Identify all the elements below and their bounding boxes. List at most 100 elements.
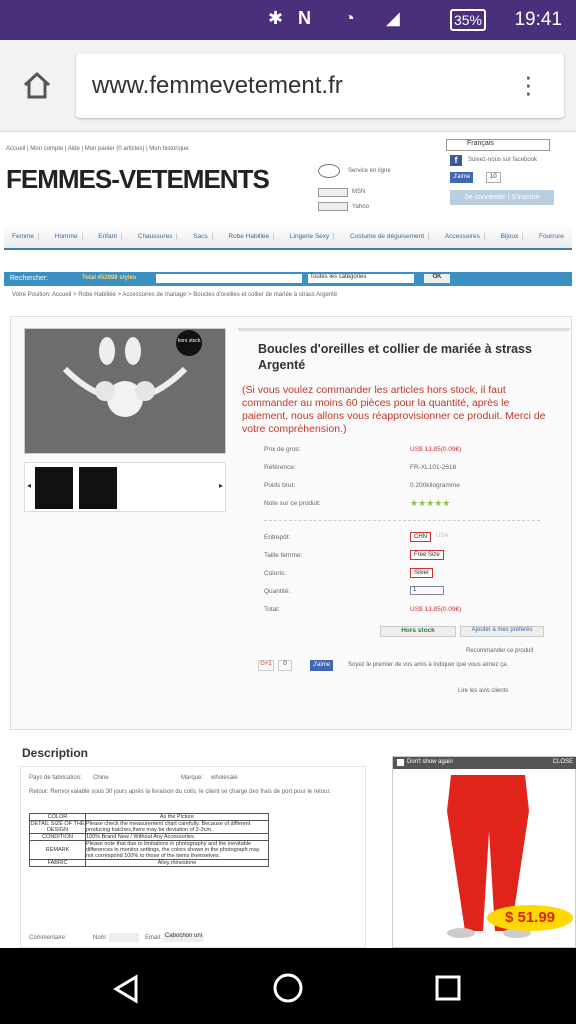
top-links[interactable]: Accueil | Mon compte | Aide | Mon panier…	[6, 146, 189, 152]
comment-label: Commentaire:	[29, 935, 67, 941]
table-cell: REMARK	[29, 840, 86, 860]
facebook-follow[interactable]: Suivez-nous sur facebook	[468, 157, 537, 163]
warehouse-usa[interactable]: USA	[436, 533, 448, 539]
table-cell: COLOR	[29, 813, 86, 821]
search-ok-button[interactable]: OK	[424, 274, 450, 283]
nav-chaussures[interactable]: Chaussures	[134, 232, 178, 240]
name-input[interactable]	[109, 933, 139, 942]
gplus-button[interactable]: G+1	[258, 660, 274, 671]
ad-popup[interactable]: Don't show again CLOSE $ 51.99	[392, 756, 576, 948]
nav-fourrure[interactable]: Fourrure	[535, 233, 568, 240]
return-policy: Retour: Renvoi valable sous 30 jours apr…	[29, 789, 331, 795]
search-input[interactable]	[156, 274, 302, 283]
ad-price: $ 51.99	[487, 905, 573, 931]
table-row: REMARK Please note that due to limitation…	[29, 840, 269, 860]
stock-notice: (Si vous voulez commander les articles h…	[242, 384, 546, 435]
price-label: Prix de gros:	[264, 446, 301, 453]
out-of-stock-badge: hors stock	[176, 330, 202, 356]
table-cell: As the Picture	[85, 813, 269, 821]
back-icon[interactable]	[112, 974, 142, 1004]
gplus-count: 0	[278, 660, 292, 671]
total-value: US$ 13.85(0.09€)	[410, 606, 462, 613]
fb-like-text: Soyez le premier de vos amis à indiquer …	[348, 662, 509, 668]
description-title: Description	[22, 746, 89, 760]
fb-like-button[interactable]: J'aime	[450, 172, 474, 183]
site-logo[interactable]: FEMMES-VETEMENTS	[6, 164, 270, 195]
clock: 19:41	[514, 9, 562, 30]
chat-icon[interactable]	[318, 164, 340, 178]
browser-toolbar: www.femmevetement.fr · · ·	[0, 40, 576, 132]
breadcrumb[interactable]: Votre Position: Accueil > Robe Habillée …	[12, 292, 337, 298]
table-row: CONDITION 100% Brand New / Without Any Ac…	[29, 833, 269, 841]
add-to-favorites-button[interactable]: Ajouter à mes préférés	[460, 626, 544, 637]
weight-value: 0.200kilogramme	[410, 482, 460, 489]
ad-dont-show[interactable]: Don't show again	[407, 759, 453, 765]
table-cell: Please check the measurement chart caref…	[85, 820, 269, 834]
out-of-stock-button[interactable]: Hors stock	[380, 626, 456, 637]
nav-accessoires[interactable]: Accessoires	[441, 232, 485, 240]
table-cell: DETAIL SIZE OF THE DESIGN	[29, 820, 86, 834]
ad-header: Don't show again CLOSE	[393, 757, 576, 769]
menu-icon[interactable]: · · ·	[524, 63, 536, 105]
fab-label: Pays de fabrication:	[29, 775, 82, 781]
reviews-link[interactable]: Lire les avis clients	[458, 688, 508, 694]
table-cell: CONDITION	[29, 833, 86, 841]
email-label: Email:	[145, 935, 162, 941]
recommend-link[interactable]: Recommander ce produit	[466, 648, 533, 654]
thumbnail-2[interactable]	[79, 467, 117, 509]
price-value: US$ 13.85(0.09€)	[410, 446, 462, 453]
home-nav-icon[interactable]	[272, 972, 304, 1004]
qty-input[interactable]: 1	[410, 586, 444, 595]
ref-label: Référence:	[264, 464, 296, 471]
size-option[interactable]: Free Size	[410, 550, 444, 560]
category-select[interactable]: Toutes les catégories	[308, 274, 414, 283]
submit-button[interactable]: Cabochon uni	[163, 933, 205, 942]
thumbnail-1[interactable]	[35, 467, 73, 509]
language-select[interactable]: Français	[446, 139, 550, 151]
size-label: Taille femme:	[264, 552, 303, 559]
main-nav: Femme Homme Enfant Chaussures Sacs Robe …	[4, 224, 572, 250]
bluetooth-icon: ✱	[268, 8, 284, 28]
nav-femme[interactable]: Femme	[8, 232, 40, 240]
service-link[interactable]: Service en ligne	[348, 168, 391, 174]
name-label: Nom:	[93, 935, 108, 941]
nav-robe-habillee[interactable]: Robe Habillée	[224, 232, 275, 240]
nav-homme[interactable]: Homme	[51, 232, 83, 240]
color-option[interactable]: Silver	[410, 568, 434, 578]
thumb-next-icon[interactable]: ▸	[219, 481, 223, 490]
product-title: Boucles d'oreilles et collier de mariée …	[258, 342, 532, 372]
yahoo-button[interactable]	[318, 202, 348, 211]
battery-indicator: 35%	[449, 9, 486, 31]
search-total: Total 452898 styles	[82, 275, 137, 281]
home-icon[interactable]	[22, 70, 52, 100]
facebook-icon[interactable]: f	[450, 155, 462, 166]
thumb-prev-icon[interactable]: ◂	[27, 481, 31, 490]
nav-sacs[interactable]: Sacs	[189, 232, 213, 240]
warehouse-label: Entrepôt:	[264, 534, 291, 541]
fab-value: Chine	[93, 775, 109, 781]
table-cell: Please note that due to limitations in p…	[85, 840, 269, 860]
table-row: FABRIC Alloy,rhinestone	[29, 859, 269, 867]
fb-like-product[interactable]: J'aime	[310, 660, 334, 671]
yahoo-label: Yahoo	[352, 204, 369, 210]
url-field[interactable]: www.femmevetement.fr	[76, 54, 564, 118]
nav-costume[interactable]: Costume de déguisement	[346, 232, 430, 240]
color-label: Coloris:	[264, 570, 287, 577]
weight-label: Poids brut:	[264, 482, 296, 489]
msn-button[interactable]	[318, 188, 348, 197]
login-button[interactable]: Se connecter | S'inscrire	[450, 190, 554, 205]
rating-label: Note sur ce produit:	[264, 500, 321, 507]
nav-lingerie[interactable]: Lingerie Sexy	[286, 232, 335, 240]
ad-close-button[interactable]: CLOSE	[553, 759, 573, 765]
search-bar: Rechercher: Total 452898 styles Toutes l…	[4, 272, 572, 286]
table-cell: FABRIC	[29, 859, 86, 867]
divider	[264, 520, 540, 521]
recents-icon[interactable]	[434, 974, 462, 1002]
nav-enfant[interactable]: Enfant	[94, 232, 123, 240]
warehouse-chn[interactable]: CHN	[410, 532, 431, 542]
ad-checkbox[interactable]	[397, 759, 404, 766]
brand-value: wholesale	[211, 775, 238, 781]
thumbnail-strip: ◂ ▸	[24, 462, 226, 512]
nav-bijoux[interactable]: Bijoux	[497, 232, 524, 240]
qty-label: Quantité:	[264, 588, 291, 595]
